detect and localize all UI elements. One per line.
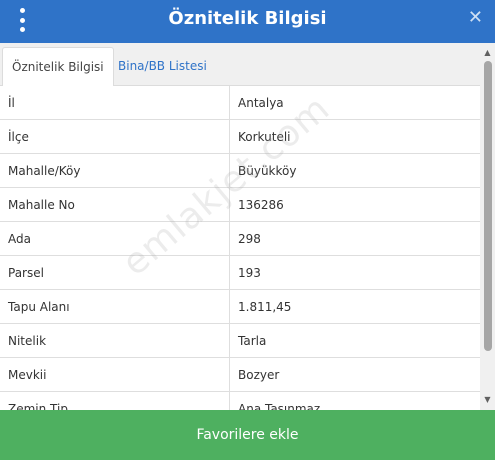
row-key: Parsel [0,255,230,290]
scroll-up-arrow-icon[interactable]: ▲ [480,46,495,60]
row-value: Korkuteli [229,119,480,154]
row-key: Ada [0,221,230,256]
row-key: Mevkii [0,357,230,392]
row-value: 298 [229,221,480,256]
table-row: Zemin Tip Ana Taşınmaz [0,391,480,410]
tab-building-list[interactable]: Bina/BB Listesi [109,47,216,84]
attribute-table-container: İl Antalya İlçe Korkuteli Mahalle/Köy Büyük… [0,86,480,410]
dialog-title: Öznitelik Bilgisi [168,8,327,29]
row-value: Ana Taşınmaz [229,391,480,410]
row-value: Büyükköy [229,153,480,188]
row-value: 193 [229,255,480,290]
tab-attribute-info[interactable]: Öznitelik Bilgisi [2,47,114,87]
row-value: Antalya [229,86,480,120]
scroll-down-arrow-icon[interactable]: ▼ [480,393,495,407]
row-key: Zemin Tip [0,391,230,410]
table-row: İlçe Korkuteli [0,119,480,154]
row-value: Bozyer [229,357,480,392]
table-row: İl Antalya [0,86,480,120]
table-row: Mahalle No 136286 [0,187,480,222]
row-key: İl [0,86,230,120]
row-value: 136286 [229,187,480,222]
add-to-favorites-button[interactable]: Favorilere ekle [0,410,495,460]
dialog-header: Öznitelik Bilgisi ✕ [0,0,495,43]
row-value: 1.811,45 [229,289,480,324]
row-value: Tarla [229,323,480,358]
row-key: Tapu Alanı [0,289,230,324]
row-key: İlçe [0,119,230,154]
row-key: Mahalle No [0,187,230,222]
close-icon[interactable]: ✕ [468,7,483,28]
table-row: Parsel 193 [0,255,480,290]
tab-bar: Öznitelik Bilgisi Bina/BB Listesi [0,43,480,87]
vertical-scrollbar[interactable]: ▲ ▼ [480,43,495,410]
row-key: Nitelik [0,323,230,358]
table-row: Mevkii Bozyer [0,357,480,392]
table-row: Nitelik Tarla [0,323,480,358]
table-row: Mahalle/Köy Büyükköy [0,153,480,188]
scroll-thumb[interactable] [484,61,492,351]
attribute-table: İl Antalya İlçe Korkuteli Mahalle/Köy Büyük… [0,86,480,410]
attribute-panel: Öznitelik Bilgisi Bina/BB Listesi İl Anta… [0,43,495,410]
row-key: Mahalle/Köy [0,153,230,188]
table-row: Ada 298 [0,221,480,256]
table-row: Tapu Alanı 1.811,45 [0,289,480,324]
